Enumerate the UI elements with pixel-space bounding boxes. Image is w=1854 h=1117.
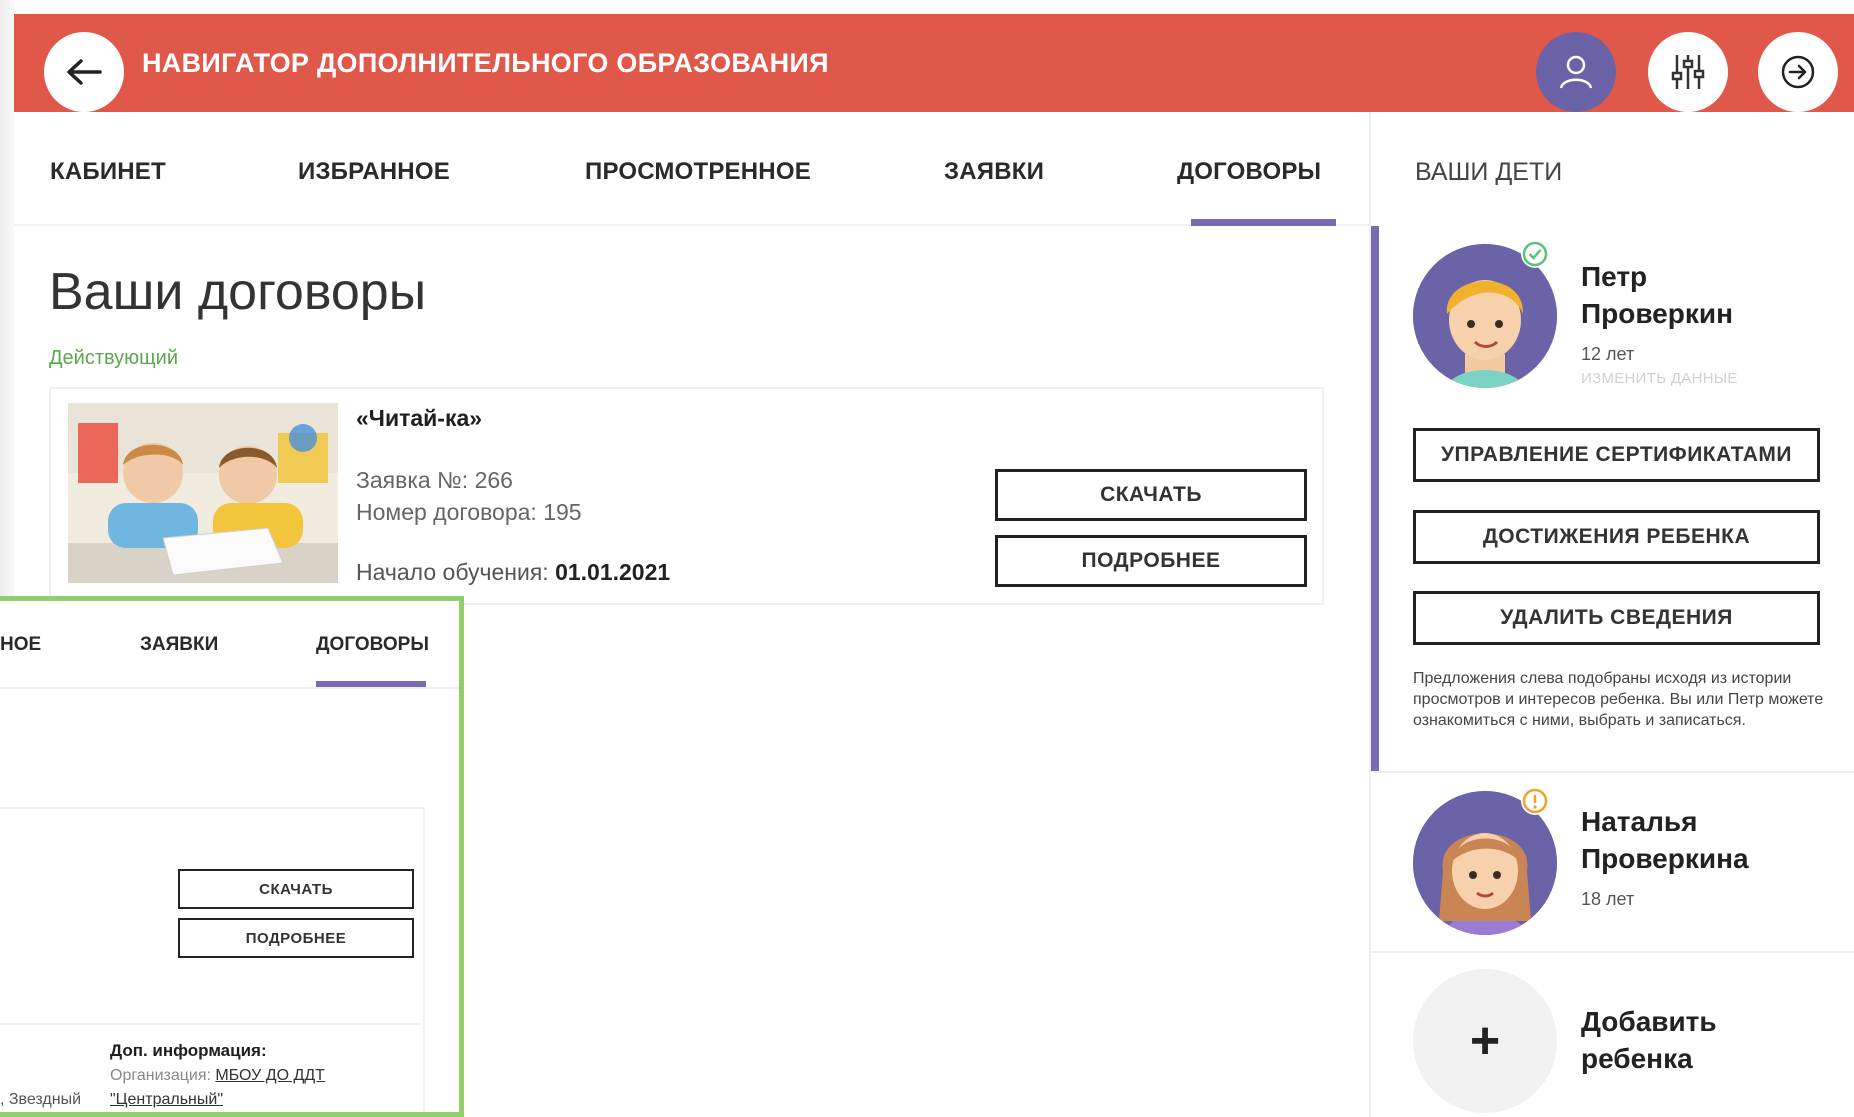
child-last-name: Проверкин <box>1581 298 1733 329</box>
plus-icon: + <box>1469 1012 1501 1070</box>
start-date-value: 01.01.2021 <box>555 559 671 585</box>
check-circle-icon <box>1522 241 1548 267</box>
active-tab-indicator <box>1191 219 1336 226</box>
manage-certificates-button[interactable]: УПРАВЛЕНИЕ СЕРТИФИКАТАМИ <box>1413 428 1820 482</box>
zoom-tab-partial[interactable]: НОЕ <box>0 634 41 656</box>
program-image <box>68 403 338 583</box>
zoom-org-label: Организация: <box>110 1067 211 1084</box>
child-first-name: Петр <box>1581 261 1648 292</box>
child-name: Петр Проверкин <box>1581 258 1733 332</box>
main-tabs: КАБИНЕТ ИЗБРАННОЕ ПРОСМОТРЕННОЕ ЗАЯВКИ Д… <box>14 112 1369 226</box>
warning-badge <box>1521 787 1549 815</box>
delete-child-data-button[interactable]: УДАЛИТЬ СВЕДЕНИЯ <box>1413 591 1820 645</box>
child-card-natalya[interactable]: Наталья Проверкина 18 лет <box>1371 773 1854 951</box>
tab-viewed[interactable]: ПРОСМОТРЕННОЕ <box>585 158 811 186</box>
zoom-org-line: Организация: МБОУ ДО ДДТ <box>110 1067 325 1085</box>
zoom-tabs-divider <box>0 687 459 689</box>
start-date-line: Начало обучения: 01.01.2021 <box>356 559 670 586</box>
zoom-download-button[interactable]: СКАЧАТЬ <box>178 869 414 909</box>
back-button[interactable] <box>44 32 124 112</box>
add-child-button[interactable]: + <box>1413 969 1557 1113</box>
details-button[interactable]: ПОДРОБНЕЕ <box>995 535 1307 587</box>
zoom-org-value-2[interactable]: "Центральный" <box>110 1091 223 1108</box>
children-header-label: ВАШИ ДЕТИ <box>1415 158 1563 186</box>
child-name: Наталья Проверкина <box>1581 803 1749 877</box>
page-title: Ваши договоры <box>49 263 427 321</box>
verified-badge <box>1521 240 1549 268</box>
edit-child-link[interactable]: ИЗМЕНИТЬ ДАННЫЕ <box>1581 370 1738 387</box>
tab-contracts[interactable]: ДОГОВОРЫ <box>1177 158 1321 186</box>
zoom-org-value[interactable]: МБОУ ДО ДДТ <box>215 1067 325 1084</box>
download-button[interactable]: СКАЧАТЬ <box>995 469 1307 521</box>
tab-cabinet[interactable]: КАБИНЕТ <box>50 158 166 186</box>
zoom-details-button[interactable]: ПОДРОБНЕЕ <box>178 918 414 958</box>
contract-number-label: Номер договора: <box>356 499 537 525</box>
zoom-card-right-border <box>423 807 425 1112</box>
contract-status-label: Действующий <box>49 347 178 369</box>
contract-number-value: 195 <box>543 499 582 525</box>
arrow-left-icon <box>67 59 102 85</box>
start-date-label: Начало обучения: <box>356 559 549 585</box>
program-title: «Читай-ка» <box>356 405 483 431</box>
zoomed-preview-panel: НОЕ ЗАЯВКИ ДОГОВОРЫ СКАЧАТЬ ПОДРОБНЕЕ До… <box>0 596 464 1117</box>
request-number-value: 266 <box>474 467 513 493</box>
add-child-line1: Добавить <box>1581 1006 1717 1037</box>
request-number-line: Заявка №: 266 <box>356 467 513 494</box>
zoom-info-title: Доп. информация: <box>110 1041 267 1060</box>
app-window: НАВИГАТОР ДОПОЛНИТЕЛЬНОГО ОБРАЗОВАНИЯ КА… <box>0 0 1854 1117</box>
contract-number-line: Номер договора: 195 <box>356 499 582 526</box>
app-title: НАВИГАТОР ДОПОЛНИТЕЛЬНОГО ОБРАЗОВАНИЯ <box>142 47 829 78</box>
contract-card: «Читай-ка» Заявка №: 266 Номер договора:… <box>49 387 1324 605</box>
filter-sliders-icon <box>1671 55 1705 89</box>
child-last-name: Проверкина <box>1581 843 1749 874</box>
add-child-line2: ребенка <box>1581 1043 1693 1074</box>
profile-button[interactable] <box>1536 32 1616 112</box>
recommendations-note: Предложения слева подобраны исходя из ис… <box>1413 670 1824 729</box>
request-number-label: Заявка №: <box>356 467 469 493</box>
logout-arrow-icon <box>1781 55 1815 89</box>
zoom-address-fragment: , Звездный <box>0 1091 82 1108</box>
warning-circle-icon <box>1522 788 1548 814</box>
children-panel-header: ВАШИ ДЕТИ <box>1369 112 1854 226</box>
child-age: 12 лет <box>1581 344 1635 364</box>
child-age: 18 лет <box>1581 889 1635 909</box>
zoom-tab-contracts[interactable]: ДОГОВОРЫ <box>316 634 429 656</box>
zoom-card-top-border <box>0 807 425 809</box>
tab-favorites[interactable]: ИЗБРАННОЕ <box>298 158 450 186</box>
zoom-info-divider <box>0 1023 420 1025</box>
add-child-card[interactable]: + Добавить ребенка <box>1371 953 1854 1117</box>
tab-requests[interactable]: ЗАЯВКИ <box>944 158 1044 186</box>
logout-button[interactable] <box>1758 32 1838 112</box>
zoom-org-line-2: "Центральный" <box>110 1091 223 1109</box>
child-card-petr[interactable]: Петр Проверкин 12 лет ИЗМЕНИТЬ ДАННЫЕ УП… <box>1371 226 1854 771</box>
user-icon <box>1559 55 1593 89</box>
add-child-label[interactable]: Добавить ребенка <box>1581 1003 1717 1077</box>
top-header: НАВИГАТОР ДОПОЛНИТЕЛЬНОГО ОБРАЗОВАНИЯ <box>14 14 1854 112</box>
child-achievements-button[interactable]: ДОСТИЖЕНИЯ РЕБЕНКА <box>1413 510 1820 564</box>
filter-button[interactable] <box>1648 32 1728 112</box>
child-first-name: Наталья <box>1581 806 1698 837</box>
zoom-tab-requests[interactable]: ЗАЯВКИ <box>140 634 218 656</box>
